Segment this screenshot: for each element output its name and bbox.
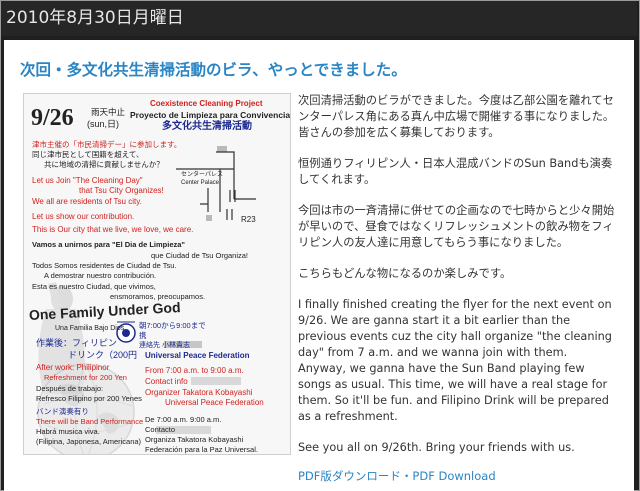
flyer-contact-jp: 携 [139, 331, 147, 340]
flyer-band-es-1: Habrá musica viva. [36, 427, 100, 436]
map-label-en: Center Palace [181, 180, 220, 186]
post-paragraph: 次回清掃活動のビラができました。今度は乙部公園を離れてセンターパレス角にある真ん… [298, 94, 615, 139]
flyer-jp-intro-3: 共に地域の清掃に貢献しませんか？ [44, 160, 164, 169]
flyer-date: 9/26 [31, 105, 74, 131]
flyer-after-es-1: Después de trabajo: [36, 384, 104, 393]
flyer-after-jp: 作業後：フィリピン [36, 338, 117, 348]
flyer-after-es-2: Refresco Filipino por 200 Yenes [36, 394, 142, 403]
flyer-project-es: Proyecto de Limpieza para Convivencia [130, 110, 291, 120]
flyer-es-intro-1: Vamos a unirnos para "El Dia de Limpieza… [32, 240, 185, 249]
post-paragraph: I finally finished creating the flyer fo… [298, 298, 612, 423]
post-paragraph: 恒例通りフィリピン人・日本人混成バンドのSun Bandも演奏してくれます。 [298, 157, 613, 186]
flyer-contact-name-jp: 連絡先 小林貴志 [139, 342, 190, 349]
date-header: 2010年8月30日月曜日 [1, 1, 637, 36]
post-paragraph: See you all on 9/26th. Bring your friend… [298, 441, 575, 454]
flyer-es-intro-5: Esta es nuestro Ciudad, que vivimos, [32, 282, 156, 291]
flyer-rain: 雨天中止 [91, 107, 126, 117]
flyer-en-intro-4: Let us show our contribution. [32, 212, 135, 221]
flyer-organizer-en-2: Universal Peace Federation [165, 398, 264, 407]
post-paragraph: 今回は市の一斉清掃に併せての企画なので七時からと少々開始が早いので、昼食ではなく… [298, 204, 615, 249]
flyer-band-jp: バンド演奏有り [36, 407, 89, 416]
flyer-time-jp: 朝7:00から9:00まで [139, 321, 206, 330]
flyer-organizer-es-1: Organiza Takatora Kobayashi [145, 435, 244, 444]
flyer-es-intro-4: A demostrar nuestro contribución. [44, 271, 157, 280]
flyer-day: (sun,日) [87, 119, 120, 129]
blog-post: 次回・多文化共生清掃活動のビラ、やっとできました。 9/26 雨天中止 (sun… [4, 40, 634, 491]
flyer-time-es: De 7:00 a.m. 9:00 a.m. [145, 415, 222, 424]
flyer-jp-intro-2: 同じ津市民として国籍を超えて、 [32, 150, 144, 159]
flyer-jp-intro-1: 津市主催の「市民清掃デー」に参加します。 [32, 140, 182, 149]
flyer-contact-es: Contacto [145, 425, 176, 434]
flyer-organizer-es-2: Federación para la Paz Universal. [145, 445, 258, 454]
redacted-contact-en [191, 377, 241, 385]
post-body: 次回清掃活動のビラができました。今度は乙部公園を離れてセンターパレス角にある真ん… [298, 93, 618, 471]
flyer-drink-jp: ドリンク（200円 [68, 350, 138, 360]
flyer-es-intro-2: que Ciudad de Tsu Organiza! [151, 251, 249, 260]
flyer-project-en: Coexistence Cleaning Project [150, 99, 263, 108]
flyer-band-en: There will be Band Performance [36, 417, 144, 426]
flyer-upf: Universal Peace Federation [145, 351, 250, 360]
flyer-es-intro-3: Todos Somos residentes de Ciudad de Tsu. [32, 261, 177, 270]
map-label-jp: センターパレス [181, 172, 223, 178]
post-paragraph: こちらもどんな物になるのか楽しみです。 [298, 267, 512, 280]
flyer-en-intro-1: Let us Join "The Cleaning Day" [32, 176, 143, 185]
flyer-en-intro-3: We all are residents of Tsu city. [32, 197, 142, 206]
flyer-organizer-en-1: Organizer Takatora Kobayashi [145, 388, 253, 397]
map-marker [206, 215, 212, 221]
flyer-image[interactable]: 9/26 雨天中止 (sun,日) Coexistence Cleaning P… [23, 93, 291, 455]
post-title[interactable]: 次回・多文化共生清掃活動のビラ、やっとできました。 [20, 58, 407, 80]
flyer-after-en-2: Refreshment for 200 Yen [44, 373, 127, 382]
map-route: R23 [241, 215, 256, 224]
pdf-download-link[interactable]: PDF版ダウンロード・PDF Download [298, 468, 496, 484]
flyer-time-en: From 7:00 a.m. to 9:00 a.m. [145, 366, 244, 375]
flyer-project-jp: 多文化共生清掃活動 [162, 121, 252, 132]
flyer-after-en-1: After work: Philipinor [36, 363, 110, 372]
flyer-en-intro-5: This is Our city that we live, we love, … [32, 225, 194, 234]
flyer-contact-en: Contact info [145, 377, 188, 386]
flyer-band-es-2: (Filipina, Japonesa, Americana) [36, 437, 142, 446]
flyer-slogan-es: Una Familia Bajo Dios [55, 325, 125, 332]
flyer-en-intro-2: that Tsu City Organizes! [79, 186, 164, 195]
